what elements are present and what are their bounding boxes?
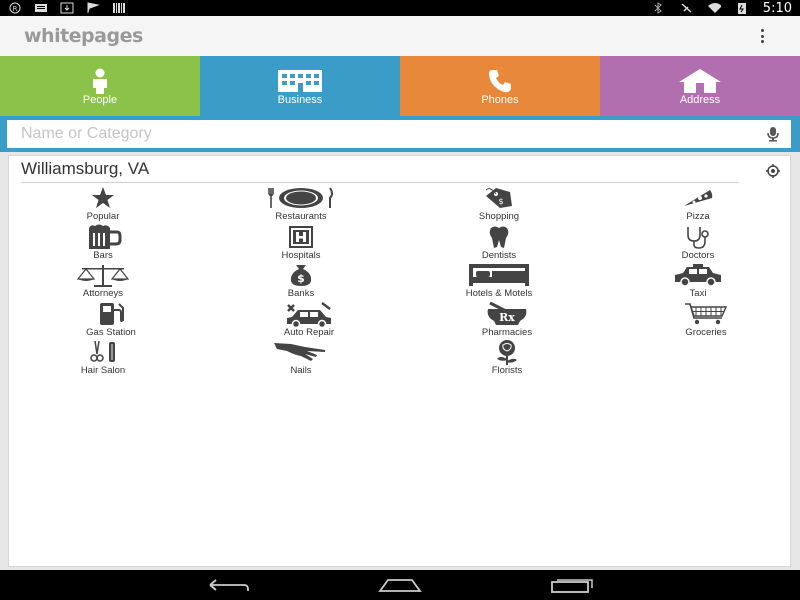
- app-bar: whitepages: [0, 16, 800, 56]
- pharmacy-icon: Rx: [487, 301, 527, 325]
- house-icon: [679, 69, 721, 93]
- category-gas-station[interactable]: Gas Station: [51, 301, 171, 339]
- overflow-menu-icon[interactable]: [758, 27, 766, 45]
- navigation-bar: [0, 570, 800, 600]
- building-icon: [278, 70, 322, 92]
- location-text: Williamsburg, VA: [21, 159, 150, 178]
- money-bag-icon: $: [290, 265, 312, 286]
- category-hospitals[interactable]: Hospitals: [241, 224, 361, 262]
- phone-icon: [489, 70, 511, 93]
- barcode-icon: [112, 2, 126, 14]
- svg-text:R: R: [13, 5, 18, 13]
- category-groceries[interactable]: Groceries: [646, 301, 766, 339]
- plate-icon: [268, 187, 333, 208]
- scales-icon: [76, 265, 130, 287]
- category-card: Williamsburg, VA Popular Restaurants $ S…: [8, 155, 791, 567]
- search-box: [7, 120, 791, 148]
- category-florists[interactable]: Florists: [447, 339, 567, 377]
- shopping-tag-icon: $: [485, 188, 512, 208]
- category-pharmacies[interactable]: Rx Pharmacies: [447, 301, 567, 339]
- category-restaurants[interactable]: Restaurants: [241, 185, 361, 223]
- person-icon: [93, 68, 107, 94]
- message-icon: [34, 2, 48, 14]
- category-hair-salon[interactable]: Hair Salon: [43, 339, 163, 377]
- star-icon: [92, 187, 114, 208]
- pizza-icon: [684, 190, 713, 206]
- category-hotels[interactable]: Hotels & Motels: [439, 262, 559, 300]
- flag-icon: [86, 2, 100, 14]
- tab-label: People: [82, 94, 118, 106]
- category-taxi[interactable]: Taxi: [638, 262, 758, 300]
- category-bars[interactable]: Bars: [43, 224, 163, 262]
- status-bar: R 5:10: [0, 0, 800, 16]
- download-icon: [60, 2, 74, 14]
- taxi-icon: [675, 264, 721, 287]
- content-area: Williamsburg, VA Popular Restaurants $ S…: [0, 152, 800, 570]
- locate-icon[interactable]: [766, 164, 780, 178]
- wifi-icon: [707, 2, 721, 14]
- bed-icon: [469, 264, 529, 286]
- category-doctors[interactable]: Doctors: [638, 224, 758, 262]
- category-attorneys[interactable]: Attorneys: [43, 262, 163, 300]
- rose-icon: [497, 340, 517, 365]
- clock: 5:10: [762, 0, 792, 16]
- gas-pump-icon: [100, 303, 124, 325]
- recents-icon[interactable]: [548, 576, 596, 594]
- search-type-tabs: People Business Phones Address: [0, 56, 800, 116]
- tab-label: Address: [679, 94, 721, 106]
- category-nails[interactable]: Nails: [241, 339, 361, 377]
- tab-business[interactable]: Business: [200, 56, 400, 116]
- category-auto-repair[interactable]: Auto Repair: [249, 301, 369, 339]
- beer-mug-icon: [89, 224, 122, 249]
- category-shopping[interactable]: $ Shopping: [439, 185, 559, 223]
- mute-icon: [679, 2, 693, 14]
- tab-label: Phones: [481, 94, 519, 106]
- search-input[interactable]: [7, 120, 747, 148]
- home-icon[interactable]: [376, 576, 424, 594]
- svg-text:$: $: [297, 272, 305, 285]
- whitepages-logo: whitepages: [24, 25, 143, 47]
- svg-text:Rx: Rx: [499, 311, 515, 324]
- scissors-icon: [90, 340, 115, 362]
- category-banks[interactable]: $ Banks: [241, 262, 361, 300]
- tooth-icon: [489, 226, 509, 248]
- battery-icon: [735, 2, 749, 14]
- category-dentists[interactable]: Dentists: [439, 224, 559, 262]
- location-field[interactable]: Williamsburg, VA: [21, 159, 739, 183]
- stethoscope-icon: [687, 227, 709, 249]
- tab-label: Business: [277, 94, 323, 106]
- cart-icon: [685, 303, 728, 325]
- svg-text:$: $: [498, 197, 503, 206]
- tab-phones[interactable]: Phones: [400, 56, 600, 116]
- car-repair-icon: [287, 302, 331, 327]
- bluetooth-icon: [651, 2, 665, 14]
- tab-people[interactable]: People: [0, 56, 200, 116]
- hospital-icon: [289, 226, 313, 248]
- microphone-icon[interactable]: [765, 126, 781, 142]
- registered-icon: R: [8, 2, 22, 14]
- tab-address[interactable]: Address: [600, 56, 800, 116]
- back-icon[interactable]: [204, 576, 252, 594]
- category-popular[interactable]: Popular: [43, 185, 163, 223]
- category-pizza[interactable]: Pizza: [638, 185, 758, 223]
- hand-icon: [274, 343, 325, 361]
- search-bar: [0, 116, 800, 152]
